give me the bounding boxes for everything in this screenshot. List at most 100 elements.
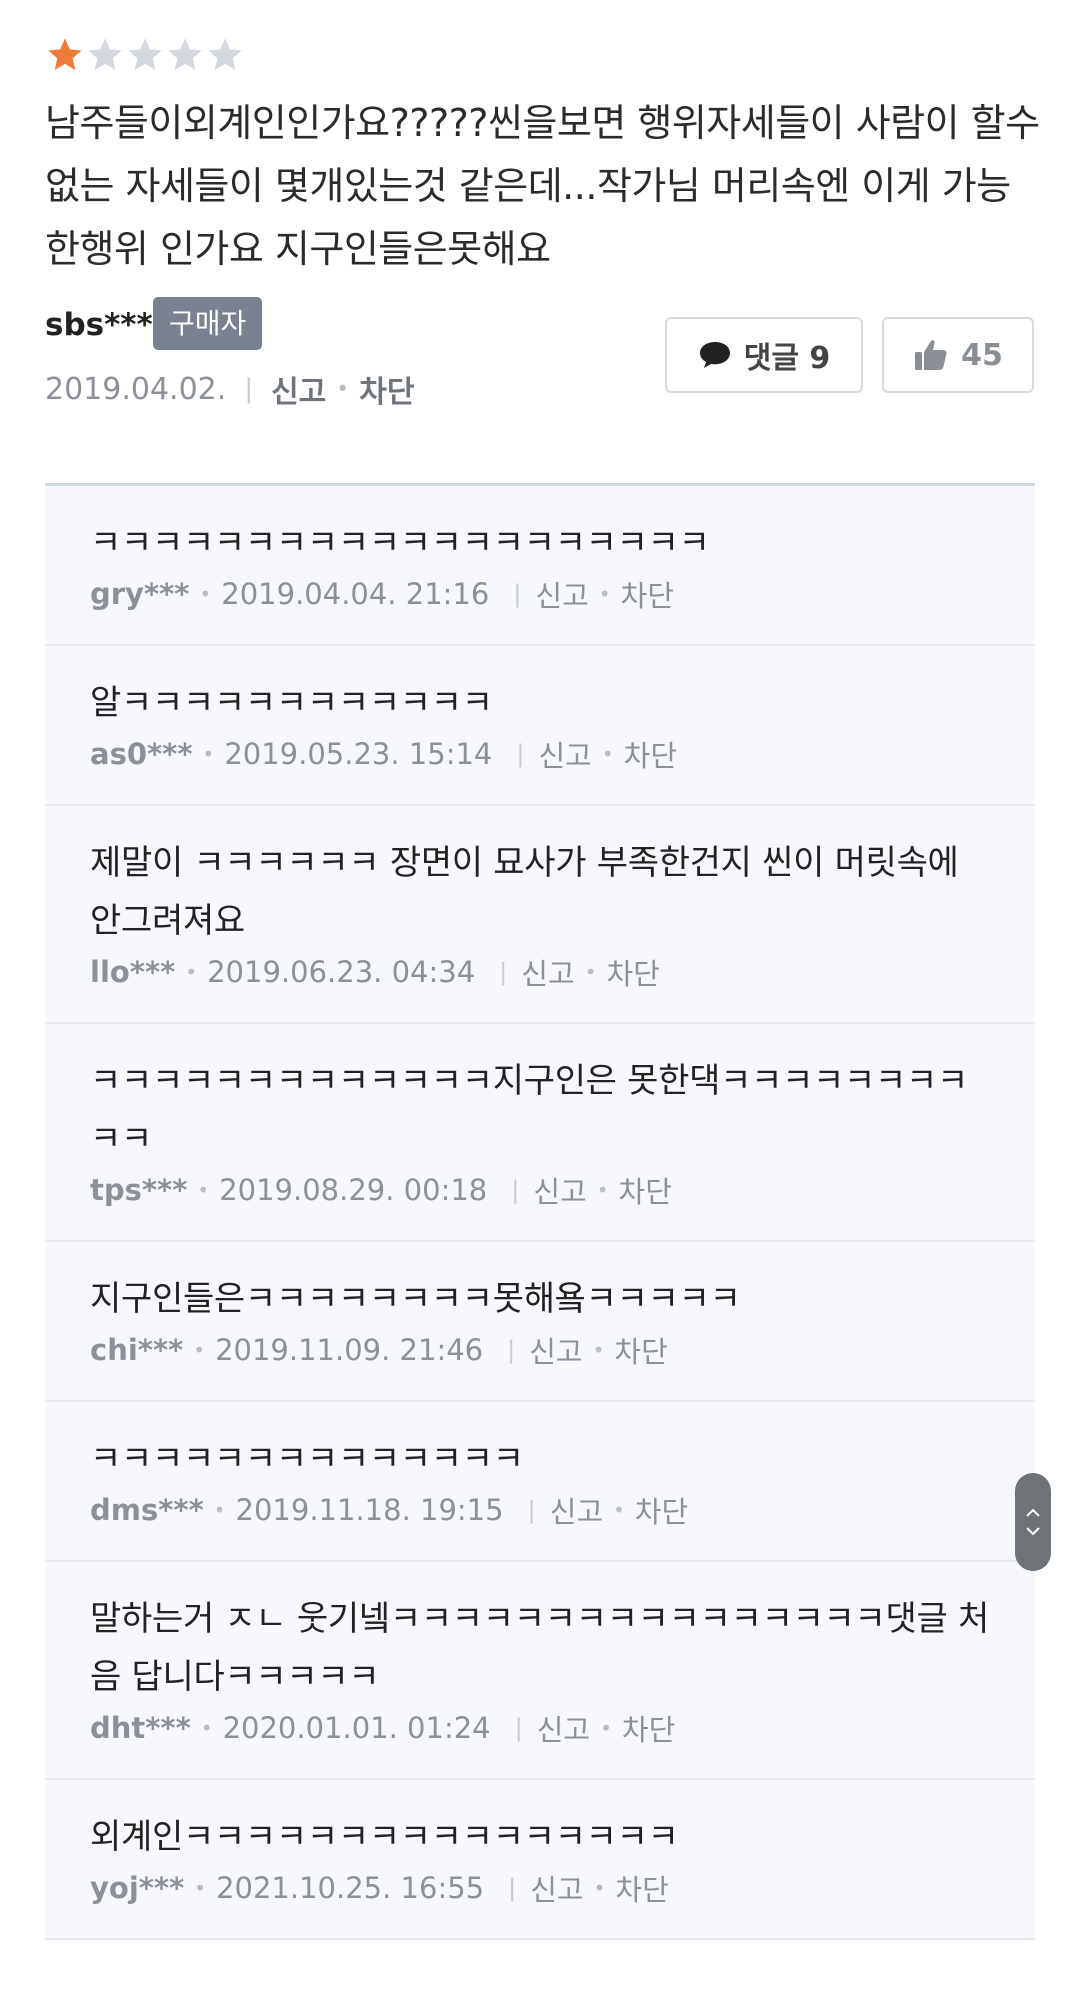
comment-date: 2019.06.23. 04:34: [207, 955, 476, 989]
divider: |: [511, 1176, 520, 1204]
comment-text: 외계인ㅋㅋㅋㅋㅋㅋㅋㅋㅋㅋㅋㅋㅋㅋㅋㅋ: [90, 1817, 679, 1857]
comment-text: 말하는거 ㅈㄴ 웃기넼ㅋㅋㅋㅋㅋㅋㅋㅋㅋㅋㅋㅋㅋㅋㅋㅋ댓글 처음 답니다ㅋㅋㅋㅋ…: [90, 1599, 989, 1697]
divider: |: [244, 374, 254, 404]
divider: |: [499, 958, 508, 986]
review-meta: sbs*** 구매자 2019.04.02. | 신고 • 차단 댓글 9 45: [45, 297, 1035, 437]
buyer-badge: 구매자: [153, 297, 263, 350]
dot-separator: •: [185, 960, 198, 984]
dot-separator: •: [596, 1178, 609, 1202]
comment-date: 2019.11.09. 21:46: [215, 1333, 484, 1367]
report-link[interactable]: 신고: [538, 733, 591, 775]
divider: |: [507, 1336, 516, 1364]
comment-date: 2019.04.04. 21:16: [221, 577, 490, 611]
report-link[interactable]: 신고: [537, 1707, 590, 1749]
dot-separator: •: [600, 1716, 612, 1740]
comment-meta: as0*** • 2019.05.23. 15:14 | 신고 • 차단: [90, 732, 990, 776]
dot-separator: •: [199, 582, 212, 606]
report-link[interactable]: 신고: [529, 1329, 582, 1371]
comment-date: 2019.08.29. 00:18: [219, 1173, 488, 1207]
comment-user: chi***: [90, 1333, 184, 1367]
block-link[interactable]: 차단: [614, 1329, 667, 1371]
divider: |: [513, 580, 522, 608]
comment-user: yoj***: [90, 1871, 185, 1905]
block-link[interactable]: 차단: [615, 1867, 668, 1909]
comment-date: 2021.10.25. 16:55: [216, 1871, 485, 1905]
block-link[interactable]: 차단: [622, 1707, 675, 1749]
review-author: sbs***: [45, 307, 153, 343]
comment-item: ㅋㅋㅋㅋㅋㅋㅋㅋㅋㅋㅋㅋㅋ지구인은 못한댁ㅋㅋㅋㅋㅋㅋㅋㅋㅋㅋ tps*** • 20…: [45, 1024, 1035, 1242]
dot-separator: •: [592, 1338, 605, 1362]
star-empty-icon: [125, 35, 165, 75]
dot-separator: •: [202, 742, 215, 766]
comment-item: 말하는거 ㅈㄴ 웃기넼ㅋㅋㅋㅋㅋㅋㅋㅋㅋㅋㅋㅋㅋㅋㅋㅋ댓글 처음 답니다ㅋㅋㅋㅋ…: [45, 1562, 1035, 1780]
divider: |: [516, 740, 525, 768]
block-link[interactable]: 차단: [619, 1169, 672, 1211]
star-rating: [45, 30, 1035, 80]
dot-separator: •: [601, 742, 614, 766]
dot-separator: •: [584, 960, 597, 984]
comment-meta: tps*** • 2019.08.29. 00:18 | 신고 • 차단: [90, 1168, 990, 1212]
like-button[interactable]: 45: [882, 317, 1034, 393]
dot-separator: •: [336, 376, 350, 402]
dot-separator: •: [194, 1876, 207, 1900]
report-link[interactable]: 신고: [533, 1169, 586, 1211]
comment-text: ㅋㅋㅋㅋㅋㅋㅋㅋㅋㅋㅋㅋㅋㅋ: [90, 1439, 524, 1479]
star-empty-icon: [85, 35, 125, 75]
dot-separator: •: [613, 1498, 625, 1522]
star-filled-icon: [45, 35, 85, 75]
divider: |: [508, 1874, 517, 1902]
comment-button-label: 댓글 9: [743, 341, 831, 376]
comment-text: 제말이 ㅋㅋㅋㅋㅋㅋ 장면이 묘사가 부족한건지 씬이 머릿속에 안그려져요: [90, 843, 959, 941]
comment-text: 지구인들은ㅋㅋㅋㅋㅋㅋㅋㅋ못해욬ㅋㅋㅋㅋㅋ: [90, 1279, 741, 1319]
block-link[interactable]: 차단: [621, 573, 674, 615]
review-date-line: 2019.04.02. | 신고 • 차단: [45, 367, 414, 411]
dot-separator: •: [598, 582, 611, 606]
comment-meta: dht*** • 2020.01.01. 01:24 | 신고 • 차단: [90, 1706, 990, 1750]
comment-user: llo***: [90, 955, 176, 989]
dot-separator: •: [593, 1876, 606, 1900]
divider: |: [527, 1496, 536, 1524]
comment-button[interactable]: 댓글 9: [665, 317, 863, 393]
dot-separator: •: [197, 1178, 210, 1202]
thumbs-up-icon: [915, 340, 947, 370]
block-link[interactable]: 차단: [359, 367, 414, 411]
comment-text: 알ㅋㅋㅋㅋㅋㅋㅋㅋㅋㅋㅋㅋ: [90, 683, 493, 723]
comment-user: dht***: [90, 1711, 191, 1745]
comment-text: ㅋㅋㅋㅋㅋㅋㅋㅋㅋㅋㅋㅋㅋㅋㅋㅋㅋㅋㅋㅋ: [90, 523, 710, 563]
report-link[interactable]: 신고: [521, 951, 574, 993]
review-text: 남주들이외계인인가요?????씬을보면 행위자세들이 사람이 할수없는 자세들이…: [45, 101, 1040, 271]
report-link[interactable]: 신고: [271, 367, 326, 411]
comment-date: 2020.01.01. 01:24: [222, 1711, 491, 1745]
comment-item: ㅋㅋㅋㅋㅋㅋㅋㅋㅋㅋㅋㅋㅋㅋㅋㅋㅋㅋㅋㅋ gry*** • 2019.04.04. 2…: [45, 486, 1035, 646]
comment-meta: dms*** • 2019.11.18. 19:15 | 신고 • 차단: [90, 1488, 990, 1532]
comment-list: ㅋㅋㅋㅋㅋㅋㅋㅋㅋㅋㅋㅋㅋㅋㅋㅋㅋㅋㅋㅋ gry*** • 2019.04.04. 2…: [45, 486, 1035, 1940]
like-count: 45: [961, 337, 1003, 373]
dot-separator: •: [200, 1716, 213, 1740]
comment-item: 알ㅋㅋㅋㅋㅋㅋㅋㅋㅋㅋㅋㅋ as0*** • 2019.05.23. 15:14 | 신고…: [45, 646, 1035, 806]
block-link[interactable]: 차단: [635, 1489, 688, 1531]
star-empty-icon: [205, 35, 245, 75]
speech-bubble-icon: [699, 342, 730, 368]
comment-meta: llo*** • 2019.06.23. 04:34 | 신고 • 차단: [90, 950, 990, 994]
review-date: 2019.04.02.: [45, 371, 227, 407]
comment-user: as0***: [90, 737, 193, 771]
chevron-down-icon: [1026, 1527, 1040, 1536]
comment-meta: chi*** • 2019.11.09. 21:46 | 신고 • 차단: [90, 1328, 990, 1372]
scroll-handle[interactable]: [1015, 1473, 1051, 1571]
dot-separator: •: [193, 1338, 206, 1362]
report-link[interactable]: 신고: [530, 1867, 583, 1909]
comment-item: ㅋㅋㅋㅋㅋㅋㅋㅋㅋㅋㅋㅋㅋㅋ dms*** • 2019.11.18. 19:15 | 신…: [45, 1402, 1035, 1562]
comment-item: 제말이 ㅋㅋㅋㅋㅋㅋ 장면이 묘사가 부족한건지 씬이 머릿속에 안그려져요 ll…: [45, 806, 1035, 1024]
report-link[interactable]: 신고: [550, 1489, 603, 1531]
comment-meta: yoj*** • 2021.10.25. 16:55 | 신고 • 차단: [90, 1866, 990, 1910]
chevron-up-icon: [1026, 1508, 1040, 1517]
block-link[interactable]: 차단: [606, 951, 659, 993]
comment-user: tps***: [90, 1173, 188, 1207]
report-link[interactable]: 신고: [535, 573, 588, 615]
comment-item: 외계인ㅋㅋㅋㅋㅋㅋㅋㅋㅋㅋㅋㅋㅋㅋㅋㅋ yoj*** • 2021.10.25. 16…: [45, 1780, 1035, 1940]
comment-date: 2019.11.18. 19:15: [235, 1493, 504, 1527]
comment-date: 2019.05.23. 15:14: [224, 737, 493, 771]
block-link[interactable]: 차단: [624, 733, 677, 775]
comment-text: ㅋㅋㅋㅋㅋㅋㅋㅋㅋㅋㅋㅋㅋ지구인은 못한댁ㅋㅋㅋㅋㅋㅋㅋㅋㅋㅋ: [90, 1061, 968, 1159]
divider: |: [514, 1714, 523, 1742]
